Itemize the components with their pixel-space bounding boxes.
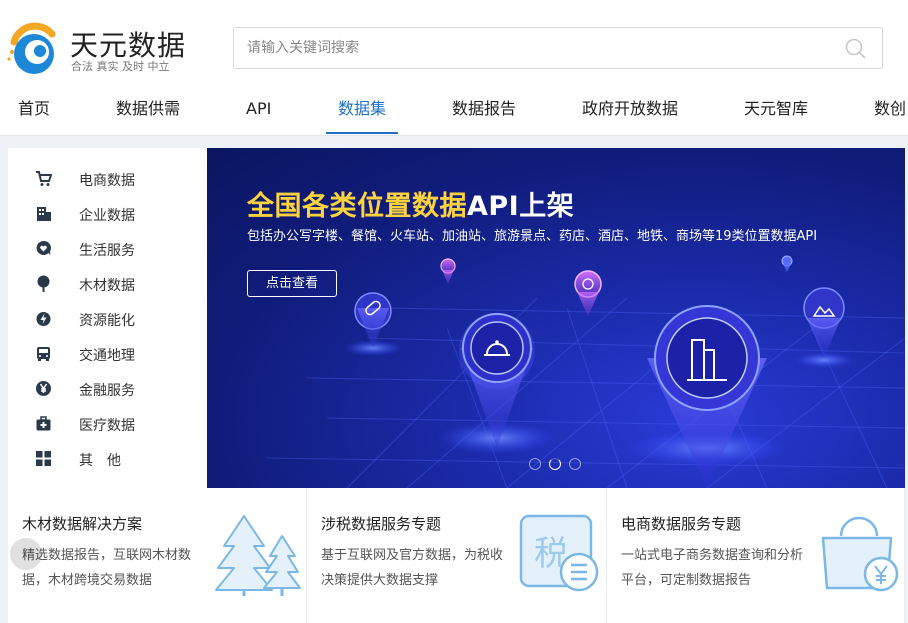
- nav-item-open-gov-data[interactable]: 政府开放数据: [582, 88, 678, 134]
- nav-item-data-supply[interactable]: 数据供需: [116, 88, 180, 134]
- carousel-dot-2[interactable]: [549, 458, 561, 470]
- carousel-dot-3[interactable]: [569, 458, 581, 470]
- header: 天元数据 合法 真实 及时 中立: [0, 0, 908, 92]
- sidebar-item-label: 生活服务: [79, 243, 135, 259]
- location-pin-hotel: [574, 270, 602, 316]
- trees-icon: [215, 515, 301, 596]
- yen-icon: [36, 381, 51, 396]
- nav-item-reports[interactable]: 数据报告: [452, 88, 516, 134]
- building-icon: [37, 207, 51, 221]
- card-title: 木材数据解决方案: [22, 515, 143, 533]
- banner-title-rest: API上架: [467, 191, 575, 222]
- sidebar-item-label: 企业数据: [79, 208, 135, 224]
- sidebar-item-energy[interactable]: 资源能化: [8, 301, 207, 336]
- hero-banner[interactable]: 全国各类位置数据API上架 包括办公写字楼、餐馆、火车站、加油站、旅游景点、药店…: [207, 148, 905, 488]
- floating-scroll-dot[interactable]: [10, 538, 42, 570]
- card-title: 电商数据服务专题: [621, 515, 742, 533]
- tax-icon: 税: [519, 514, 599, 592]
- sidebar-item-finance[interactable]: 金融服务: [8, 371, 207, 406]
- sidebar-item-other[interactable]: 其 他: [8, 441, 207, 476]
- logo-slogan: 合法 真实 及时 中立: [71, 60, 170, 73]
- sidebar-item-label: 交通地理: [79, 348, 135, 364]
- solution-card-timber[interactable]: 木材数据解决方案 精选数据报告，互联网木材数据，木材跨境交易数据: [8, 488, 307, 623]
- solution-card-ecommerce[interactable]: 电商数据服务专题 一站式电子商务数据查询和分析平台，可定制数据报告: [607, 488, 905, 623]
- sidebar-item-label: 医疗数据: [79, 418, 135, 434]
- card-description: 一站式电子商务数据查询和分析平台，可定制数据报告: [621, 548, 804, 588]
- main-nav: 首页 数据供需 API 数据集 数据报告 政府开放数据 天元智库 数创: [0, 88, 908, 136]
- card-title: 涉税数据服务专题: [321, 515, 442, 533]
- carousel-dot-1[interactable]: [529, 458, 541, 470]
- bus-icon: [37, 347, 50, 361]
- shopping-bag-icon: [821, 516, 899, 592]
- sidebar-item-label: 资源能化: [79, 313, 135, 329]
- sidebar-item-enterprise[interactable]: 企业数据: [8, 196, 207, 231]
- cart-icon: [36, 171, 52, 186]
- logo-mark-icon: [7, 22, 56, 74]
- sidebar-item-label: 电商数据: [79, 173, 135, 189]
- tree-icon: [37, 275, 50, 292]
- nav-item-think-tank[interactable]: 天元智库: [744, 88, 808, 134]
- banner-title-highlight: 全国各类位置数据: [247, 191, 467, 222]
- nav-item-home[interactable]: 首页: [18, 88, 50, 134]
- grid-icon: [36, 451, 51, 466]
- medical-kit-icon: [36, 416, 51, 431]
- category-sidebar: 电商数据 企业数据 生活服务 木材数据 资源能化 交通地理 金融服务 医疗数据 …: [8, 148, 207, 488]
- sidebar-item-label: 金融服务: [79, 383, 135, 399]
- card-description: 基于互联网及官方数据，为税收决策提供大数据支撑: [321, 548, 504, 588]
- sidebar-item-ecommerce[interactable]: 电商数据: [8, 161, 207, 196]
- banner-subtitle: 包括办公写字楼、餐馆、火车站、加油站、旅游景点、药店、酒店、地铁、商场等19类位…: [247, 229, 818, 244]
- nav-item-api[interactable]: API: [246, 88, 271, 134]
- location-pin-small: [440, 255, 793, 284]
- nav-item-datasets[interactable]: 数据集: [326, 88, 398, 134]
- search-icon[interactable]: [844, 37, 868, 61]
- nav-item-data-innovation[interactable]: 数创: [874, 88, 906, 134]
- banner-view-button[interactable]: 点击查看: [247, 270, 337, 297]
- sidebar-item-life-services[interactable]: 生活服务: [8, 231, 207, 266]
- solution-card-tax[interactable]: 涉税数据服务专题 基于互联网及官方数据，为税收决策提供大数据支撑 税: [307, 488, 607, 623]
- sidebar-item-timber[interactable]: 木材数据: [8, 266, 207, 301]
- carousel-indicators: [529, 458, 589, 472]
- sidebar-item-transport[interactable]: 交通地理: [8, 336, 207, 371]
- sidebar-item-label: 木材数据: [79, 278, 135, 294]
- banner-title: 全国各类位置数据API上架: [247, 184, 574, 223]
- location-pin-scenic: [803, 287, 845, 358]
- heart-chat-icon: [36, 240, 51, 255]
- location-pin-medicine: [354, 292, 392, 348]
- flame-icon: [36, 312, 51, 326]
- search-box: [233, 27, 883, 69]
- card-description: 精选数据报告，互联网木材数据，木材跨境交易数据: [22, 548, 192, 588]
- site-logo[interactable]: 天元数据 合法 真实 及时 中立: [6, 20, 186, 80]
- search-input[interactable]: [234, 28, 834, 68]
- sidebar-item-label: 其 他: [79, 453, 121, 469]
- sidebar-item-medical[interactable]: 医疗数据: [8, 406, 207, 441]
